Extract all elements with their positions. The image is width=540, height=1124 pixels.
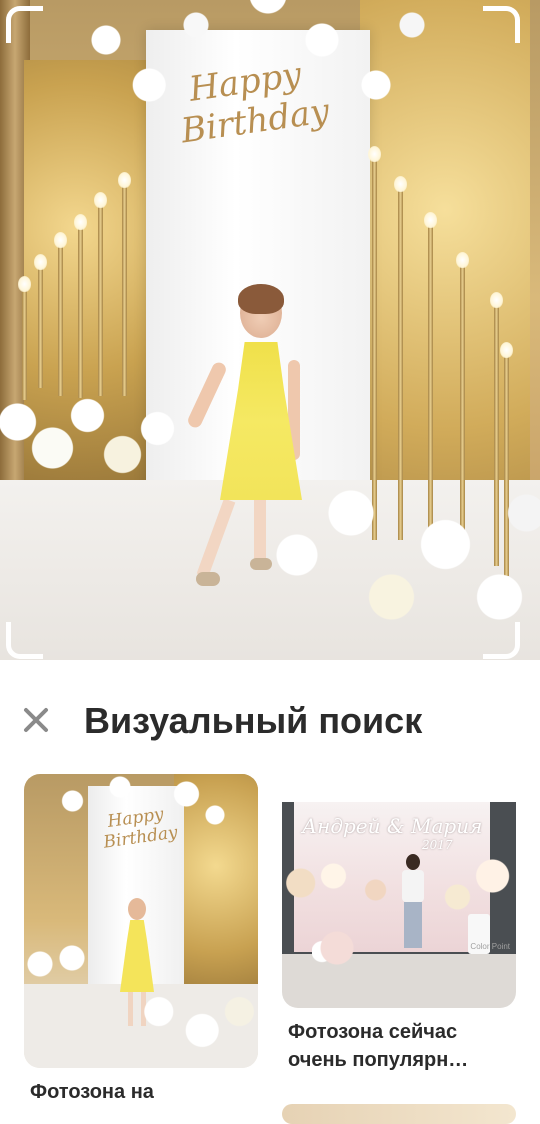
- shoe: [196, 572, 220, 586]
- head: [406, 854, 420, 870]
- close-icon: [24, 708, 48, 732]
- leg: [196, 498, 236, 578]
- flowers: [24, 934, 104, 994]
- photo-credit: Color Point: [470, 942, 510, 951]
- candle: [94, 192, 107, 396]
- result-card-1[interactable]: Happy Birthday: [24, 774, 258, 1068]
- result-card-3[interactable]: [282, 1104, 516, 1124]
- head: [128, 898, 146, 920]
- result-thumbnail: [282, 1104, 516, 1124]
- shoe: [250, 558, 272, 570]
- result-title-line: очень популярн…: [288, 1049, 469, 1071]
- visual-search-header: Визуальный поиск: [0, 690, 540, 754]
- crop-handle-bottom-left[interactable]: [6, 622, 43, 659]
- flowers: [134, 974, 258, 1068]
- hair: [238, 284, 284, 314]
- result-title[interactable]: Фотозона на: [30, 1078, 250, 1106]
- names-script: Андрей & Мария: [302, 814, 483, 838]
- close-button[interactable]: [20, 704, 52, 736]
- flower-garland: [282, 848, 516, 918]
- hero-photo[interactable]: Happy Birthday: [0, 0, 540, 660]
- result-thumbnail: Андрей & Мария 2017 Color Point: [282, 774, 516, 1008]
- crop-handle-top-right[interactable]: [483, 6, 520, 43]
- leg: [254, 498, 266, 560]
- legs: [404, 902, 422, 948]
- result-title[interactable]: Фотозона сейчас очень популярн…: [288, 1018, 510, 1074]
- page-title: Визуальный поиск: [84, 700, 423, 741]
- result-thumbnail: Happy Birthday: [24, 774, 258, 1068]
- torso: [402, 870, 424, 902]
- flowers-left: [0, 370, 175, 500]
- flowers-top: [70, 0, 430, 130]
- crop-handle-top-left[interactable]: [6, 6, 43, 43]
- result-card-2[interactable]: Андрей & Мария 2017 Color Point: [282, 774, 516, 1008]
- flowers: [44, 774, 234, 836]
- result-title-line: Фотозона сейчас: [288, 1021, 458, 1043]
- floor-flowers: [312, 930, 362, 966]
- candle: [118, 172, 131, 396]
- crop-handle-bottom-right[interactable]: [483, 622, 520, 659]
